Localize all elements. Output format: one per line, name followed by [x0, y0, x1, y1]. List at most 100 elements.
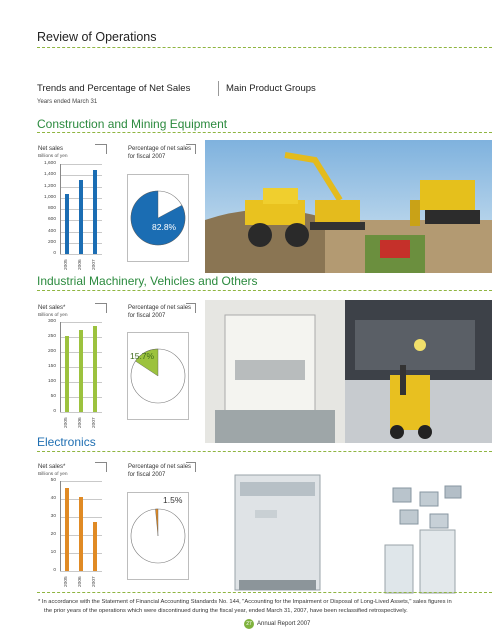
x-tick-label: 2006 [78, 576, 83, 587]
unit-label: Billions of yen [38, 313, 68, 318]
pct-label-line2: for fiscal 2007 [128, 471, 166, 478]
y-tick-label: 400 [47, 228, 56, 234]
pct-label-line2: for fiscal 2007 [128, 312, 166, 319]
y-tick-label: 40 [50, 496, 56, 501]
y-tick-label: 10 [50, 550, 56, 555]
y-tick-label: 100 [47, 379, 56, 384]
pie-svg [130, 508, 186, 564]
x-tick-label: 2005 [64, 576, 69, 587]
trends-heading: Trends and Percentage of Net Sales [37, 83, 191, 94]
y-tick-label: 150 [47, 364, 56, 369]
gridline [60, 164, 102, 165]
x-tick-label: 2005 [64, 417, 69, 428]
footnote-line2: the prior years of the operations which … [44, 607, 408, 614]
unit-label: Billions of yen [38, 154, 68, 159]
years-note: Years ended March 31 [37, 99, 98, 105]
y-tick-label: 30 [50, 514, 56, 519]
pct-bracket [186, 144, 196, 154]
y-tick-label: 250 [47, 334, 56, 339]
pct-bracket [186, 462, 196, 472]
chart-bracket [95, 144, 107, 154]
x-tick-label: 2007 [92, 259, 97, 270]
footnote-divider [37, 592, 492, 593]
bar-2005 [65, 335, 69, 412]
y-tick-label: 600 [47, 217, 56, 223]
pct-label-line1: Percentage of net sales [128, 464, 192, 470]
bar-2007 [93, 325, 97, 412]
pie-svg [130, 190, 186, 246]
section-title-construction: Construction and Mining Equipment [37, 117, 228, 131]
pie-percent-label: 15.7% [130, 351, 155, 361]
gridline [60, 481, 102, 482]
bar-2007 [93, 169, 97, 254]
x-tick-label: 2007 [92, 576, 97, 587]
pct-label-line2: for fiscal 2007 [128, 153, 166, 160]
pct-label-line1: Percentage of net sales [128, 305, 192, 311]
chart-bracket [95, 462, 107, 472]
pie-svg [130, 348, 186, 404]
product-groups-heading: Main Product Groups [226, 83, 316, 94]
bar-2005 [65, 193, 69, 254]
y-tick-label: 20 [50, 532, 56, 537]
footnote-line1: * In accordance with the Statement of Fi… [38, 599, 452, 605]
net-sales-label: Net sales* [38, 464, 66, 470]
bar-2006 [79, 330, 83, 412]
y-tick-label: 1,600 [43, 161, 56, 166]
chart-bracket [95, 303, 107, 313]
net-sales-label: Net sales [38, 146, 64, 152]
y-tick-label: 50 [50, 478, 56, 483]
bar-chart-industrial: 0 50 100 150 200 250 300 2005 2006 2007 [38, 319, 108, 430]
y-axis [60, 164, 61, 254]
bar-chart-electronics: 0 10 20 30 40 50 2005 2006 2007 [38, 478, 108, 589]
section-divider-industrial [37, 290, 492, 291]
bar-chart-construction: 0 200 400 600 800 1,000 1,200 1,400 1,600 2005 200… [38, 161, 108, 272]
y-tick-label: 0 [53, 409, 56, 414]
y-tick-label: 0 [53, 251, 56, 256]
pct-label: Percentage of net sales for fiscal 2007 [128, 305, 191, 320]
pie-percent-label: 82.8% [152, 222, 177, 232]
electronics-photo [225, 460, 492, 595]
y-tick-label: 200 [47, 349, 56, 354]
pie-percent-label: 1.5% [163, 495, 183, 505]
y-tick-label: 300 [47, 319, 56, 324]
y-tick-label: 1,000 [43, 194, 56, 200]
y-tick-label: 800 [47, 206, 56, 211]
pct-label-line1: Percentage of net sales [128, 146, 192, 152]
heading-separator [218, 81, 219, 96]
pct-bracket [186, 303, 196, 313]
bar-2006 [79, 497, 83, 571]
page-title: Review of Operations [37, 30, 157, 44]
y-tick-label: 1,200 [43, 183, 56, 189]
footnote: * In accordance with the Statement of Fi… [38, 598, 488, 615]
y-tick-label: 1,400 [43, 172, 56, 178]
section-title-industrial: Industrial Machinery, Vehicles and Other… [37, 274, 258, 288]
pie-chart-industrial: 15.7% [127, 332, 189, 420]
industrial-photo [205, 300, 492, 443]
x-tick-label: 2007 [92, 417, 97, 428]
construction-photo [205, 140, 492, 273]
y-axis [60, 322, 61, 412]
title-divider [37, 47, 492, 48]
section-title-electronics: Electronics [37, 435, 96, 449]
x-tick-label: 2006 [78, 259, 83, 270]
pct-label: Percentage of net sales for fiscal 2007 [128, 464, 191, 479]
y-tick-label: 200 [47, 239, 56, 245]
x-tick-label: 2006 [78, 417, 83, 428]
pie-chart-construction: 82.8% [127, 174, 189, 262]
section-divider-construction [37, 132, 492, 133]
section-divider-electronics [37, 451, 492, 452]
pie-chart-electronics: 1.5% [127, 492, 189, 580]
pct-label: Percentage of net sales for fiscal 2007 [128, 146, 191, 161]
bar-2005 [65, 488, 69, 571]
x-tick-label: 2005 [64, 259, 69, 270]
gridline [60, 254, 102, 255]
unit-label: Billions of yen [38, 472, 68, 477]
y-tick-label: 50 [50, 394, 56, 399]
bar-2007 [93, 522, 97, 571]
gridline [60, 412, 102, 413]
gridline [60, 571, 102, 572]
page-number: 27 [244, 619, 254, 629]
bar-2006 [79, 180, 83, 254]
y-tick-label: 0 [53, 568, 56, 573]
y-axis [60, 481, 61, 571]
